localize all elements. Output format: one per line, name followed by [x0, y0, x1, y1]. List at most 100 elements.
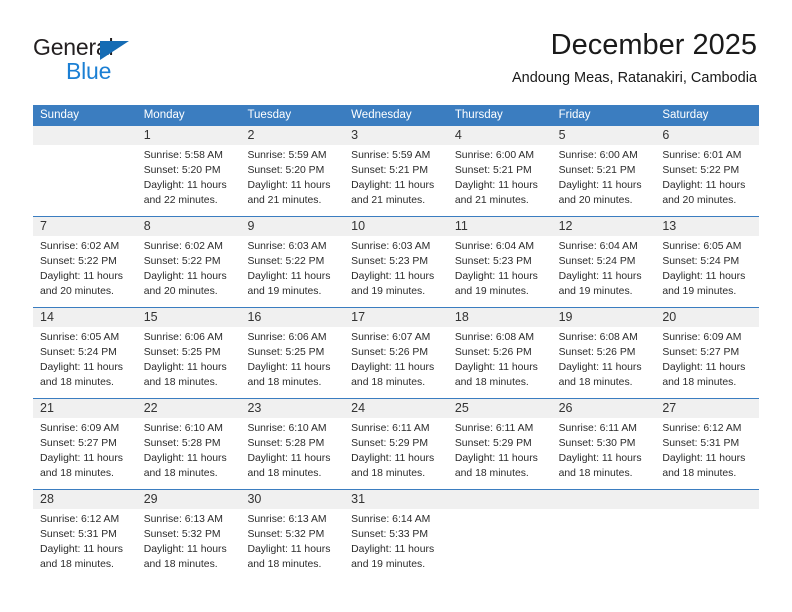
daylight-text-line1: Daylight: 11 hours: [558, 180, 642, 192]
day-number[interactable]: 30: [240, 490, 344, 509]
day-number[interactable]: 13: [655, 217, 759, 236]
day-number[interactable]: 25: [448, 399, 552, 418]
weekday-header-sunday: Sunday: [40, 109, 80, 121]
day-number[interactable]: 3: [344, 126, 448, 145]
day-cell[interactable]: Sunrise: 6:04 AM Sunset: 5:24 PM Dayligh…: [552, 236, 656, 307]
day-cell[interactable]: Sunrise: 6:05 AM Sunset: 5:24 PM Dayligh…: [33, 327, 137, 398]
day-number[interactable]: 29: [137, 490, 241, 509]
day-number[interactable]: 10: [344, 217, 448, 236]
day-cell[interactable]: Sunrise: 6:11 AM Sunset: 5:30 PM Dayligh…: [552, 418, 656, 489]
day-cell[interactable]: Sunrise: 6:11 AM Sunset: 5:29 PM Dayligh…: [344, 418, 448, 489]
calendar-grid: Sunday Monday Tuesday Wednesday Thursday…: [33, 105, 759, 580]
day-number[interactable]: 28: [33, 490, 137, 509]
day-number[interactable]: 16: [240, 308, 344, 327]
day-cell[interactable]: [448, 509, 552, 580]
day-number[interactable]: 27: [655, 399, 759, 418]
sunrise-text: Sunrise: 6:08 AM: [454, 332, 535, 343]
weekday-header-thursday: Thursday: [454, 109, 503, 121]
day-cell[interactable]: Sunrise: 6:12 AM Sunset: 5:31 PM Dayligh…: [33, 509, 137, 580]
day-number[interactable]: 4: [448, 126, 552, 145]
general-blue-logo[interactable]: General Blue: [33, 34, 233, 86]
day-cell[interactable]: Sunrise: 6:06 AM Sunset: 5:25 PM Dayligh…: [137, 327, 241, 398]
daylight-text-line1: Daylight: 11 hours: [247, 453, 331, 465]
day-number[interactable]: 23: [240, 399, 344, 418]
day-number[interactable]: 18: [448, 308, 552, 327]
day-number[interactable]: 31: [344, 490, 448, 509]
day-number[interactable]: 20: [655, 308, 759, 327]
day-number[interactable]: 22: [137, 399, 241, 418]
day-cell[interactable]: Sunrise: 6:03 AM Sunset: 5:23 PM Dayligh…: [344, 236, 448, 307]
day-number[interactable]: 26: [552, 399, 656, 418]
daylight-text-line2: and 18 minutes.: [247, 559, 322, 571]
day-number[interactable]: 21: [33, 399, 137, 418]
day-cell[interactable]: Sunrise: 6:12 AM Sunset: 5:31 PM Dayligh…: [655, 418, 759, 489]
day-number[interactable]: 5: [552, 126, 656, 145]
day-cell[interactable]: [33, 145, 137, 216]
sunset-text: Sunset: 5:28 PM: [143, 438, 221, 450]
day-cell[interactable]: Sunrise: 6:14 AM Sunset: 5:33 PM Dayligh…: [344, 509, 448, 580]
day-cell[interactable]: Sunrise: 5:59 AM Sunset: 5:21 PM Dayligh…: [344, 145, 448, 216]
day-cell[interactable]: Sunrise: 6:08 AM Sunset: 5:26 PM Dayligh…: [448, 327, 552, 398]
week-day-number-row: 14 15 16 17 18 19 20: [33, 308, 759, 327]
day-number[interactable]: 19: [552, 308, 656, 327]
day-cell[interactable]: Sunrise: 6:02 AM Sunset: 5:22 PM Dayligh…: [137, 236, 241, 307]
day-number[interactable]: [448, 490, 552, 509]
day-number[interactable]: 14: [33, 308, 137, 327]
daylight-text-line2: and 19 minutes.: [662, 286, 737, 298]
day-number[interactable]: 17: [344, 308, 448, 327]
day-cell[interactable]: Sunrise: 6:09 AM Sunset: 5:27 PM Dayligh…: [33, 418, 137, 489]
daylight-text-line2: and 20 minutes.: [662, 195, 737, 207]
sunrise-text: Sunrise: 6:11 AM: [351, 423, 430, 434]
day-number[interactable]: 8: [137, 217, 241, 236]
day-cell[interactable]: Sunrise: 6:10 AM Sunset: 5:28 PM Dayligh…: [137, 418, 241, 489]
day-cell[interactable]: Sunrise: 6:00 AM Sunset: 5:21 PM Dayligh…: [552, 145, 656, 216]
day-cell[interactable]: Sunrise: 6:01 AM Sunset: 5:22 PM Dayligh…: [655, 145, 759, 216]
daylight-text-line2: and 19 minutes.: [558, 286, 633, 298]
day-cell[interactable]: Sunrise: 5:59 AM Sunset: 5:20 PM Dayligh…: [240, 145, 344, 216]
day-cell[interactable]: Sunrise: 6:06 AM Sunset: 5:25 PM Dayligh…: [240, 327, 344, 398]
day-number[interactable]: [33, 126, 137, 145]
sunset-text: Sunset: 5:27 PM: [40, 438, 117, 450]
daylight-text-line1: Daylight: 11 hours: [351, 362, 435, 374]
day-number[interactable]: 9: [240, 217, 344, 236]
day-number[interactable]: 24: [344, 399, 448, 418]
day-number[interactable]: 7: [33, 217, 137, 236]
day-cell[interactable]: [655, 509, 759, 580]
daylight-text-line2: and 18 minutes.: [143, 377, 218, 389]
day-cell[interactable]: Sunrise: 6:13 AM Sunset: 5:32 PM Dayligh…: [240, 509, 344, 580]
sunrise-text: Sunrise: 6:09 AM: [40, 423, 120, 434]
daylight-text-line2: and 20 minutes.: [143, 286, 218, 298]
page-title: December 2025: [550, 29, 757, 61]
sunrise-text: Sunrise: 6:12 AM: [40, 514, 120, 525]
daylight-text-line1: Daylight: 11 hours: [247, 544, 331, 556]
day-number[interactable]: 2: [240, 126, 344, 145]
daylight-text-line1: Daylight: 11 hours: [454, 362, 538, 374]
day-number[interactable]: 12: [552, 217, 656, 236]
day-number[interactable]: [552, 490, 656, 509]
day-number[interactable]: [655, 490, 759, 509]
daylight-text-line2: and 18 minutes.: [143, 559, 218, 571]
title-block: December 2025 Andoung Meas, Ratanakiri, …: [512, 28, 757, 88]
day-number[interactable]: 6: [655, 126, 759, 145]
day-number[interactable]: 1: [137, 126, 241, 145]
day-number[interactable]: 11: [448, 217, 552, 236]
day-cell[interactable]: Sunrise: 6:10 AM Sunset: 5:28 PM Dayligh…: [240, 418, 344, 489]
day-cell[interactable]: Sunrise: 6:05 AM Sunset: 5:24 PM Dayligh…: [655, 236, 759, 307]
calendar-week-row: 28 29 30 31 Sunrise: 6:12 AM Sunset: 5:3…: [33, 489, 759, 580]
day-cell[interactable]: Sunrise: 5:58 AM Sunset: 5:20 PM Dayligh…: [137, 145, 241, 216]
day-cell[interactable]: Sunrise: 6:04 AM Sunset: 5:23 PM Dayligh…: [448, 236, 552, 307]
day-cell[interactable]: Sunrise: 6:09 AM Sunset: 5:27 PM Dayligh…: [655, 327, 759, 398]
sunrise-text: Sunrise: 6:03 AM: [351, 241, 431, 252]
day-cell[interactable]: Sunrise: 6:03 AM Sunset: 5:22 PM Dayligh…: [240, 236, 344, 307]
day-cell[interactable]: Sunrise: 6:02 AM Sunset: 5:22 PM Dayligh…: [33, 236, 137, 307]
day-cell[interactable]: Sunrise: 6:07 AM Sunset: 5:26 PM Dayligh…: [344, 327, 448, 398]
day-cell[interactable]: Sunrise: 6:08 AM Sunset: 5:26 PM Dayligh…: [552, 327, 656, 398]
day-cell[interactable]: Sunrise: 6:13 AM Sunset: 5:32 PM Dayligh…: [137, 509, 241, 580]
day-cell[interactable]: Sunrise: 6:00 AM Sunset: 5:21 PM Dayligh…: [448, 145, 552, 216]
day-cell[interactable]: Sunrise: 6:11 AM Sunset: 5:29 PM Dayligh…: [448, 418, 552, 489]
daylight-text-line1: Daylight: 11 hours: [558, 453, 642, 465]
day-cell[interactable]: [552, 509, 656, 580]
day-number[interactable]: 15: [137, 308, 241, 327]
weekday-header-friday: Friday: [558, 109, 591, 121]
daylight-text-line2: and 18 minutes.: [40, 468, 114, 480]
